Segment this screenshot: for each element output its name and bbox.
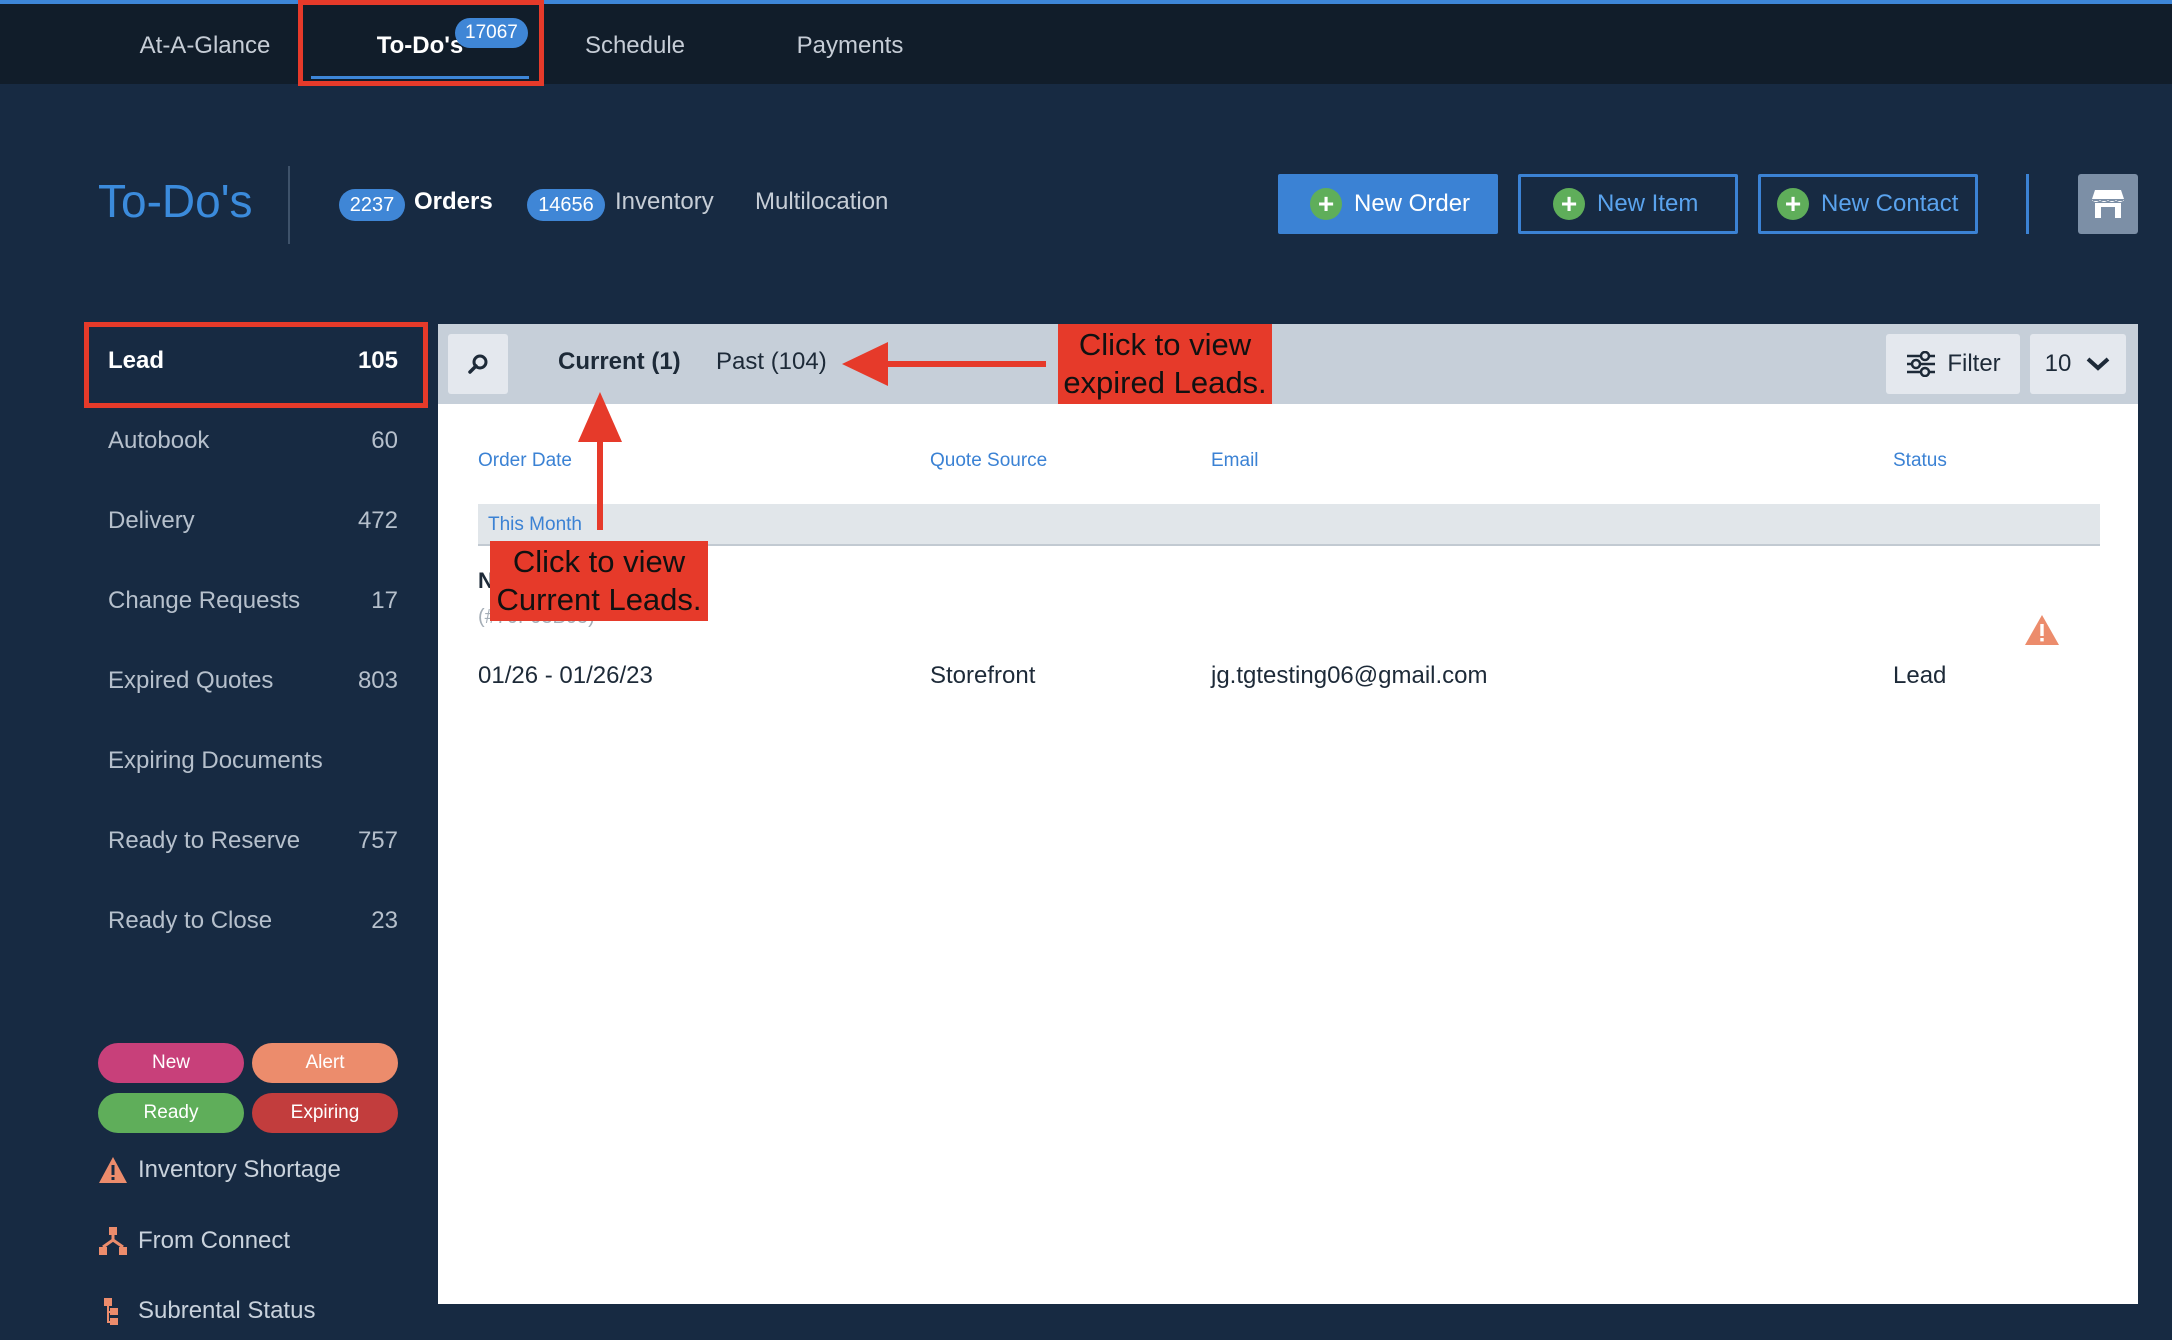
inventory-shortage-legend: Inventory Shortage	[98, 1156, 341, 1184]
subrental-status-label: Subrental Status	[138, 1297, 316, 1324]
sidebar-item-count: 60	[371, 427, 398, 454]
inventory-shortage-label: Inventory Shortage	[138, 1156, 341, 1183]
new-item-button[interactable]: + New Item	[1518, 174, 1738, 234]
column-order-date[interactable]: Order Date	[478, 450, 572, 472]
tab-current[interactable]: Current (1)	[558, 348, 681, 376]
sidebar-item-count: 17	[371, 587, 398, 614]
panel-toolbar: Current (1) Past (104) Filter 10	[438, 324, 2138, 404]
sidebar-item-label: Autobook	[108, 427, 210, 454]
plus-icon: +	[1310, 188, 1342, 220]
chevron-down-icon	[2087, 357, 2110, 371]
new-contact-button[interactable]: + New Contact	[1758, 174, 1978, 234]
sidebar-item-label: Expiring Documents	[108, 747, 323, 774]
button-divider	[2026, 174, 2029, 234]
subrental-icon	[104, 1298, 118, 1325]
sidebar-item-delivery[interactable]: Delivery 472	[108, 498, 398, 544]
sidebar-item-ready-to-close[interactable]: Ready to Close 23	[108, 898, 398, 944]
annotation-current-leads: Click to view Current Leads.	[490, 541, 708, 621]
sidebar-item-label: Ready to Reserve	[108, 827, 301, 854]
search-button[interactable]	[448, 334, 508, 394]
warning-icon	[99, 1157, 127, 1183]
annotation-expired-leads: Click to view expired Leads.	[1058, 324, 1272, 404]
sidebar-item-count: 803	[357, 667, 398, 694]
orders-count-badge: 2237	[339, 189, 405, 221]
from-connect-legend: From Connect	[98, 1226, 290, 1256]
page-title: To-Do's	[98, 175, 253, 227]
filter-sliders-icon	[1907, 351, 1936, 377]
orders-link[interactable]: Orders	[414, 188, 493, 216]
sidebar-item-count: 23	[371, 907, 398, 934]
new-order-button[interactable]: + New Order	[1278, 174, 1498, 234]
legend-alert: Alert	[252, 1043, 398, 1083]
sidebar-item-count: 757	[357, 827, 398, 854]
filter-label: Filter	[1947, 350, 2001, 377]
column-status[interactable]: Status	[1893, 450, 1947, 472]
sidebar-item-autobook[interactable]: Autobook 60	[108, 418, 398, 464]
group-header: This Month	[478, 504, 2100, 546]
filter-button[interactable]: Filter	[1886, 334, 2020, 394]
new-item-label: New Item	[1597, 190, 1699, 217]
inventory-count-badge: 14656	[527, 189, 605, 221]
cell-quote-source: Storefront	[930, 662, 1036, 689]
legend-new: New	[98, 1043, 244, 1083]
cell-order-date: 01/26 - 01/26/23	[478, 662, 653, 689]
column-quote-source[interactable]: Quote Source	[930, 450, 1047, 472]
tab-payments[interactable]: Payments	[775, 8, 925, 84]
sidebar-item-label: Ready to Close	[108, 907, 273, 934]
sidebar-item-label: Delivery	[108, 507, 195, 534]
annotation-current-line2: Current Leads.	[496, 582, 702, 617]
annotation-expired-line2: expired Leads.	[1063, 365, 1267, 400]
annotation-expired-line1: Click to view	[1078, 327, 1252, 362]
todos-tab-highlight	[298, 0, 544, 86]
cell-email: jg.tgtesting06@gmail.com	[1211, 662, 1488, 689]
cell-status: Lead	[1893, 662, 1947, 689]
lead-item-highlight	[84, 322, 428, 408]
sidebar-item-label: Change Requests	[108, 587, 301, 614]
sidebar-item-ready-to-reserve[interactable]: Ready to Reserve 757	[108, 818, 398, 864]
store-icon	[2092, 190, 2124, 218]
sidebar-item-expiring-documents[interactable]: Expiring Documents	[108, 738, 398, 784]
connect-icon	[99, 1227, 127, 1255]
new-order-label: New Order	[1354, 190, 1471, 217]
legend-ready: Ready	[98, 1093, 244, 1133]
tab-at-a-glance[interactable]: At-A-Glance	[130, 8, 280, 84]
multilocation-link[interactable]: Multilocation	[755, 188, 888, 216]
inventory-link[interactable]: Inventory	[615, 188, 714, 216]
plus-icon: +	[1777, 188, 1809, 220]
plus-icon: +	[1553, 188, 1585, 220]
group-label: This Month	[488, 514, 582, 535]
column-email[interactable]: Email	[1211, 450, 1259, 472]
sidebar-item-count: 472	[357, 507, 398, 534]
per-page-select[interactable]: 10	[2030, 334, 2126, 394]
subrental-status-legend: Subrental Status	[98, 1296, 315, 1326]
leads-panel: Current (1) Past (104) Filter 10 Order D…	[438, 324, 2138, 1304]
storefront-button[interactable]	[2078, 174, 2138, 234]
legend-expiring: Expiring	[252, 1093, 398, 1133]
sidebar-item-expired-quotes[interactable]: Expired Quotes 803	[108, 658, 398, 704]
tab-schedule[interactable]: Schedule	[565, 8, 705, 84]
sidebar-item-change-requests[interactable]: Change Requests 17	[108, 578, 398, 624]
annotation-current-line1: Click to view	[512, 544, 686, 579]
search-icon	[468, 354, 488, 374]
new-contact-label: New Contact	[1821, 190, 1959, 217]
tab-past[interactable]: Past (104)	[716, 348, 827, 376]
sidebar-item-label: Expired Quotes	[108, 667, 274, 694]
header-divider	[288, 166, 290, 244]
from-connect-label: From Connect	[138, 1227, 291, 1254]
per-page-value: 10	[2044, 350, 2072, 377]
inventory-shortage-icon	[2025, 615, 2059, 645]
